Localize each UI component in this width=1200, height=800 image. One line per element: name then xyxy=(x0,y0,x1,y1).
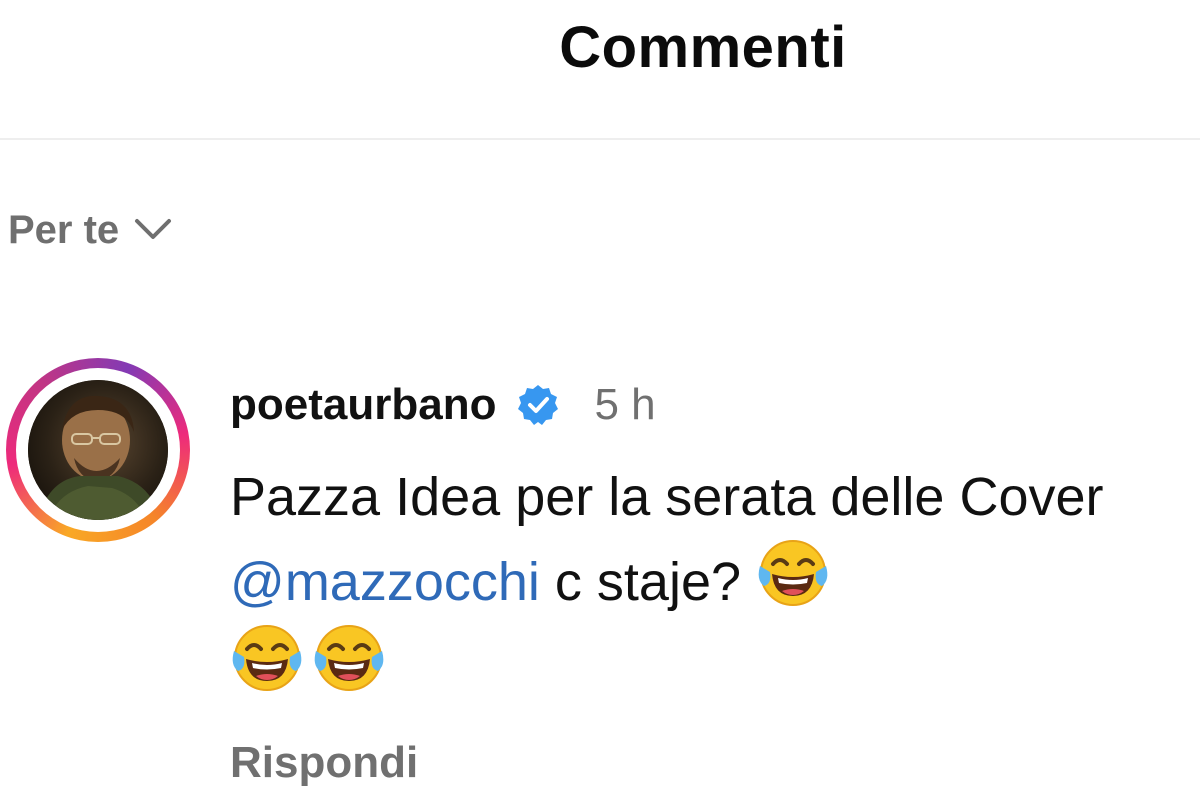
tears-of-joy-emoji-icon xyxy=(756,536,830,610)
comment-text: Pazza Idea per la serata delle Cover @ma… xyxy=(230,458,1180,706)
chevron-down-icon xyxy=(133,217,173,243)
avatar-photo xyxy=(28,380,168,520)
page-title: Commenti xyxy=(559,15,847,80)
username[interactable]: poetaurbano xyxy=(230,380,496,430)
comment-item: poetaurbano 5 h Pazza Idea per la serata… xyxy=(230,370,1180,706)
tears-of-joy-emoji-icon xyxy=(312,621,386,695)
comments-header: Commenti xyxy=(0,0,1200,140)
reply-button[interactable]: Rispondi xyxy=(230,738,418,788)
comment-timestamp: 5 h xyxy=(594,380,656,429)
comment-meta: poetaurbano 5 h xyxy=(230,370,1180,440)
verified-badge-icon xyxy=(516,383,560,427)
mention-link[interactable]: @mazzocchi xyxy=(230,552,540,612)
comment-text-part2: c staje? xyxy=(539,552,757,612)
sort-filter-label: Per te xyxy=(8,207,120,252)
avatar[interactable] xyxy=(6,358,190,542)
sort-filter-dropdown[interactable]: Per te xyxy=(8,200,173,260)
comment-text-part1: Pazza Idea per la serata delle Cover xyxy=(230,467,1104,527)
tears-of-joy-emoji-icon xyxy=(230,621,304,695)
